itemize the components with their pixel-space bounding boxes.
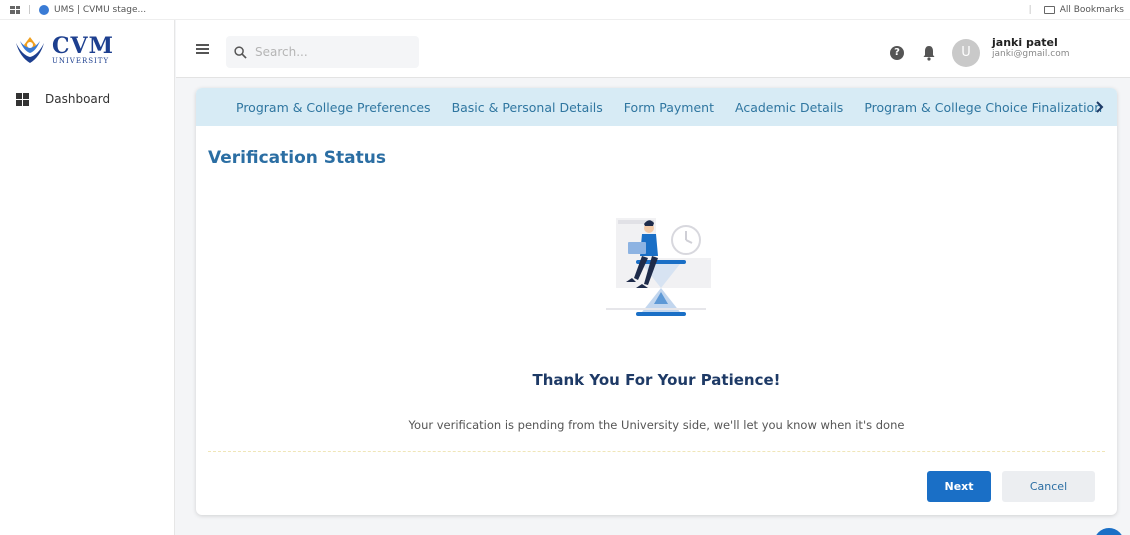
logo-emblem-icon [12, 33, 48, 67]
top-header: ? U janki patel janki@gmail.com [176, 20, 1130, 78]
chevron-right-icon[interactable] [1091, 99, 1107, 115]
verification-card: Program & College Preferences Basic & Pe… [196, 88, 1117, 515]
logo-text: CVM UNIVERSITY [52, 35, 114, 65]
tab-academic-details[interactable]: Academic Details [735, 100, 843, 115]
search-input[interactable] [255, 45, 405, 59]
page-title: Verification Status [208, 148, 386, 168]
user-info[interactable]: janki patel janki@gmail.com [992, 36, 1070, 60]
user-name: janki patel [992, 36, 1058, 49]
pending-message: Your verification is pending from the Un… [408, 418, 905, 432]
sidebar: CVM UNIVERSITY Dashboard [0, 20, 175, 535]
logo-university: UNIVERSITY [52, 57, 110, 65]
cancel-button[interactable]: Cancel [1002, 471, 1095, 502]
bookmarks-bar: | UMS | CVMU stage... | All Bookmarks [0, 0, 1130, 20]
search-box [226, 36, 419, 68]
notification-bell-icon[interactable] [922, 45, 936, 61]
bookmark-tab-link[interactable]: UMS | CVMU stage... [54, 5, 146, 15]
tab-form-payment[interactable]: Form Payment [624, 100, 714, 115]
tab-program-college-preferences[interactable]: Program & College Preferences [236, 100, 431, 115]
all-bookmarks-label: All Bookmarks [1059, 5, 1124, 15]
avatar[interactable]: U [952, 39, 980, 67]
thank-you-heading: Thank You For Your Patience! [532, 371, 781, 389]
tab-program-college-choice-finalization[interactable]: Program & College Choice Finalization [864, 100, 1102, 115]
divider [208, 451, 1105, 452]
all-bookmarks[interactable]: | All Bookmarks [1021, 0, 1124, 20]
sidebar-item-label: Dashboard [45, 92, 111, 106]
dashboard-icon [16, 92, 29, 106]
folder-icon [1043, 6, 1055, 14]
next-button[interactable]: Next [927, 471, 991, 502]
floating-action-button[interactable] [1094, 528, 1124, 535]
help-icon[interactable]: ? [890, 46, 904, 60]
bookmark-separator: | [28, 4, 32, 15]
bookmark-separator: | [1028, 5, 1032, 15]
sidebar-item-dashboard[interactable]: Dashboard [16, 92, 110, 106]
apps-icon[interactable] [10, 5, 20, 14]
user-email: janki@gmail.com [992, 49, 1070, 60]
logo-cvm: CVM [52, 33, 114, 59]
university-logo[interactable]: CVM UNIVERSITY [12, 30, 132, 70]
waiting-hourglass-illustration-icon [606, 218, 711, 316]
step-tabs: Program & College Preferences Basic & Pe… [196, 88, 1117, 126]
tab-basic-personal-details[interactable]: Basic & Personal Details [452, 100, 603, 115]
menu-toggle-icon[interactable] [196, 44, 209, 54]
search-icon [234, 45, 247, 59]
site-favicon-icon [39, 4, 50, 15]
